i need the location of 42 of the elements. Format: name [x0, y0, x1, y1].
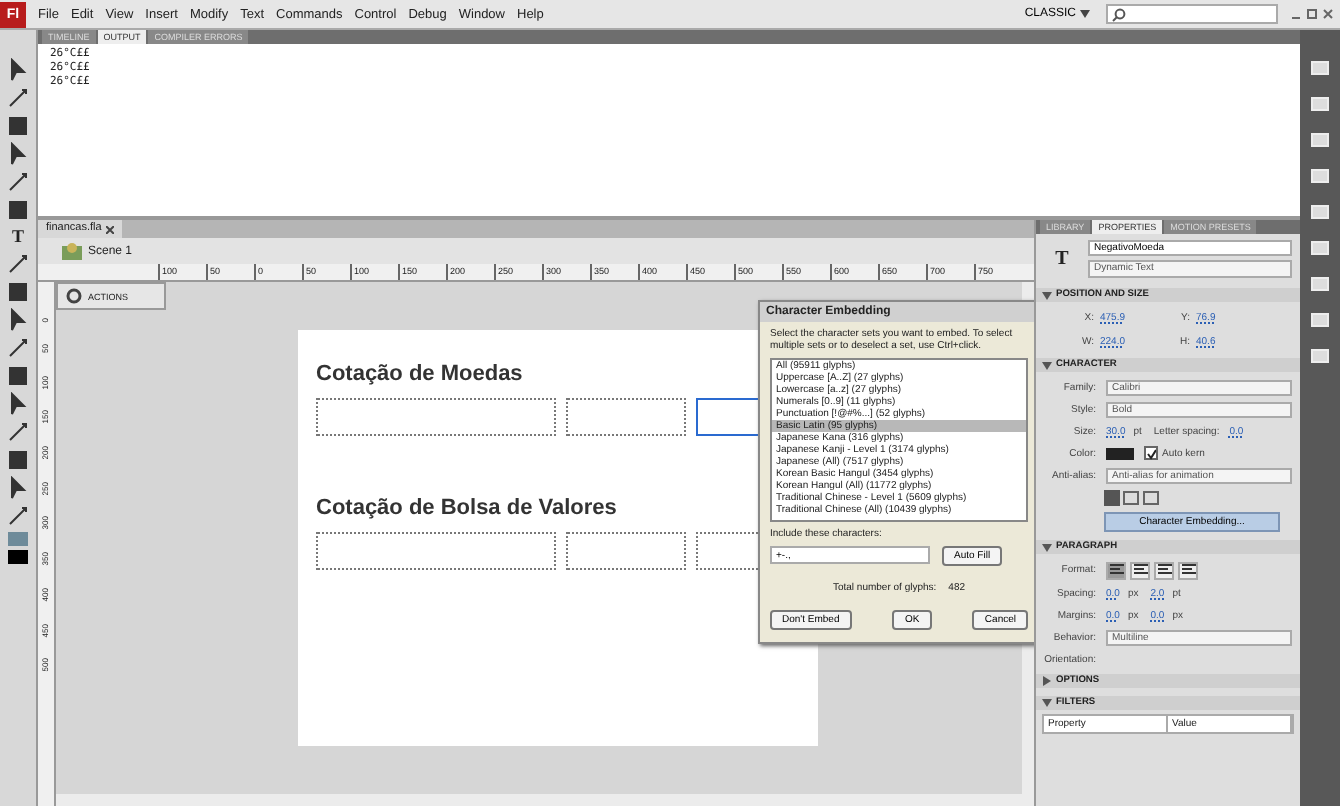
- window-controls-icon[interactable]: [1290, 7, 1334, 21]
- align-button[interactable]: [1130, 561, 1150, 579]
- tool-icon[interactable]: [6, 504, 30, 528]
- align-button[interactable]: [1178, 561, 1198, 579]
- tool-icon[interactable]: [6, 308, 30, 332]
- expanded-triangle-icon: [1042, 361, 1052, 369]
- expanded-triangle-icon: [1042, 291, 1052, 299]
- text-field-box[interactable]: [565, 398, 687, 436]
- caret-icon: [1080, 10, 1090, 18]
- align-button[interactable]: [1154, 561, 1174, 579]
- tool-icon[interactable]: [6, 114, 30, 138]
- color-swatch[interactable]: [1106, 447, 1134, 459]
- text-field-box[interactable]: [316, 532, 555, 570]
- tool-icon[interactable]: [6, 86, 30, 110]
- fill-color-swatch[interactable]: [8, 550, 28, 564]
- stage-heading: Cotação de Bolsa de Valores: [316, 496, 617, 524]
- search-icon: [1112, 7, 1126, 21]
- tool-icon[interactable]: [6, 280, 30, 304]
- tool-icon[interactable]: [6, 336, 30, 360]
- search-field[interactable]: [1106, 4, 1278, 24]
- text-format-icons[interactable]: [1104, 489, 1164, 505]
- tool-icon[interactable]: [6, 364, 30, 388]
- stroke-color-swatch[interactable]: [8, 532, 28, 546]
- scene-icon: [62, 242, 82, 260]
- checkbox[interactable]: [1144, 446, 1158, 460]
- tool-icon[interactable]: [6, 448, 30, 472]
- tool-icon[interactable]: [6, 252, 30, 276]
- expanded-triangle-icon: [1042, 543, 1052, 551]
- tool-icon[interactable]: [6, 476, 30, 500]
- align-button[interactable]: [1106, 561, 1126, 579]
- text-type-glyph: T: [1053, 248, 1071, 270]
- tool-icon[interactable]: [6, 420, 30, 444]
- text-field-box[interactable]: [565, 532, 687, 570]
- text-tool[interactable]: T: [11, 226, 24, 248]
- tool-icon[interactable]: [6, 198, 30, 222]
- stage-heading: Cotação de Moedas: [316, 362, 523, 390]
- tool-icon[interactable]: [6, 392, 30, 416]
- text-field-box[interactable]: [316, 398, 555, 436]
- tool-icon[interactable]: [6, 170, 30, 194]
- tool-icon[interactable]: [6, 58, 30, 82]
- close-icon[interactable]: [105, 225, 114, 233]
- tool-icon[interactable]: [6, 142, 30, 166]
